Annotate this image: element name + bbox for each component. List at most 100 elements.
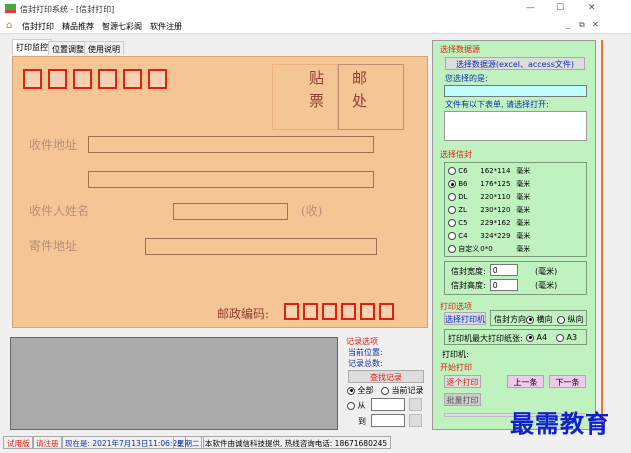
home-icon[interactable]: ⌂ [6, 20, 12, 31]
envelope-option-5[interactable]: C4 324*229 毫米 [448, 231, 530, 241]
tables-label: 文件有以下表单, 请选择打开: [445, 100, 549, 109]
menu-recommend[interactable]: 精品推荐 [62, 21, 94, 32]
tables-list[interactable] [444, 111, 587, 141]
postmark-box [338, 64, 404, 130]
envelope-unit: 毫米 [516, 167, 531, 175]
envelope-custom-size-group: 信封宽度: (毫米) 信封高度: (毫米) [444, 261, 587, 295]
printer-label: 打印机: [442, 350, 469, 359]
mdi-restore-button[interactable]: ⧉ [579, 20, 585, 30]
mdi-minimize-button[interactable]: _ [566, 20, 570, 29]
radio-icon [448, 219, 456, 227]
envelope-code: B6 [458, 180, 468, 188]
width-unit: (毫米) [535, 267, 558, 276]
prev-record-button[interactable]: 上一条 [507, 375, 544, 388]
envelope-size: 324*229 [480, 232, 511, 240]
zip-box [98, 69, 117, 89]
postmark-text: 邮处 [352, 69, 368, 110]
recipient-name-field[interactable] [173, 203, 288, 220]
envelope-size: 220*110 [480, 193, 511, 201]
radio-current-record[interactable]: 当前记录 [381, 385, 424, 396]
next-record-button[interactable]: 下一条 [549, 375, 586, 388]
radio-from[interactable]: 从 [347, 400, 366, 411]
tab-usage[interactable]: 使用说明 [84, 41, 124, 55]
radio-icon [526, 333, 534, 342]
radio-a3[interactable]: A3 [556, 333, 577, 342]
menu-zhiyuan[interactable]: 智源七彩阁 [102, 21, 142, 32]
zip-box [148, 69, 167, 89]
mdi-close-button[interactable]: ✕ [592, 20, 599, 29]
from-input[interactable] [371, 398, 405, 411]
divider [601, 40, 603, 440]
to-button[interactable] [409, 414, 422, 427]
postal-code-box [322, 303, 337, 320]
menu-bar: ⌂ 信封打印 精品推荐 智源七彩阁 软件注册 _ ⧉ ✕ [0, 18, 631, 34]
data-grid[interactable] [10, 337, 338, 430]
sender-address-field[interactable] [145, 238, 377, 255]
trial-badge: 试用版 [3, 436, 34, 449]
envelope-preview: 贴票 邮处 收件地址 收件人姓名 (收) 寄件地址 邮政编码: [12, 56, 428, 328]
envelope-option-3[interactable]: ZL 230*120 毫米 [448, 205, 530, 215]
envelope-size: 230*120 [480, 206, 511, 214]
find-record-button[interactable]: 查找记录 [348, 370, 424, 383]
to-input[interactable] [371, 414, 405, 427]
register-link[interactable]: 请注册 [32, 436, 63, 449]
radio-landscape[interactable]: 横向 [526, 314, 553, 325]
height-label: 信封高度: [451, 281, 486, 290]
record-total-label: 记录总数: [348, 359, 383, 368]
height-input[interactable] [490, 279, 518, 291]
radio-icon [347, 386, 355, 395]
recipient-address-label: 收件地址 [29, 138, 78, 152]
envelope-unit: 毫米 [516, 232, 531, 240]
radio-icon [381, 386, 389, 395]
paper-label: 打印机最大打印纸张: [448, 334, 523, 343]
current-position-label: 当前位置: [348, 348, 383, 357]
radio-all[interactable]: 全部 [347, 385, 374, 396]
recipient-address-field-1[interactable] [88, 136, 374, 153]
single-print-button[interactable]: 逐个打印 [444, 375, 481, 388]
select-printer-button[interactable]: 选择打印机 [444, 312, 486, 325]
settings-panel: 选择数据源 选择数据源(excel、access文件) 您选择的是: 文件有以下… [432, 40, 596, 430]
name-suffix: (收) [301, 204, 323, 218]
radio-icon [347, 401, 355, 410]
radio-icon [448, 193, 456, 201]
envelope-option-0[interactable]: C6 162*114 毫米 [448, 166, 530, 176]
recipient-address-field-2[interactable] [88, 171, 374, 188]
maximize-button[interactable]: ☐ [556, 3, 564, 13]
batch-print-button[interactable]: 批量打印 [444, 393, 481, 406]
postal-code-label: 邮政编码: [217, 307, 270, 321]
height-unit: (毫米) [535, 281, 558, 290]
minimize-button[interactable]: — [526, 3, 535, 13]
envelope-size: 176*125 [480, 180, 511, 188]
selected-file-input[interactable] [444, 85, 587, 97]
select-datasource-button[interactable]: 选择数据源(excel、access文件) [445, 57, 585, 70]
menu-envelope-print[interactable]: 信封打印 [22, 21, 54, 32]
envelope-option-1[interactable]: B6 176*125 毫米 [448, 179, 530, 189]
orientation-label: 信封方向 [494, 315, 526, 324]
radio-a4[interactable]: A4 [526, 333, 547, 342]
records-title: 记录选项 [346, 337, 378, 346]
title-bar: 信封打印系统 - [信封打印] — ☐ ✕ [0, 0, 631, 18]
tab-print-monitor[interactable]: 打印监控 [12, 39, 52, 55]
radio-icon [448, 180, 456, 188]
current-time: 现在是: 2021年7月13日11:06:29 [61, 436, 186, 449]
from-button[interactable] [409, 398, 422, 411]
orientation-group: 信封方向 横向 纵向 [490, 310, 587, 326]
width-input[interactable] [490, 264, 518, 276]
close-button[interactable]: ✕ [588, 3, 596, 13]
tab-position-adjust[interactable]: 位置调整 [48, 41, 88, 55]
zip-box [73, 69, 92, 89]
radio-portrait[interactable]: 纵向 [557, 314, 584, 325]
envelope-option-6[interactable]: 自定义0*0 毫米 [448, 244, 530, 254]
envelope-unit: 毫米 [516, 219, 531, 227]
envelope-option-4[interactable]: C5 229*162 毫米 [448, 218, 530, 228]
envelope-option-2[interactable]: DL 220*110 毫米 [448, 192, 530, 202]
sender-address-label: 寄件地址 [29, 239, 78, 253]
envelope-code: DL [458, 193, 468, 201]
weekday: 星期二 [173, 436, 204, 449]
stamp-area [272, 64, 338, 130]
envelope-code: ZL [458, 206, 467, 214]
envelope-code: C5 [458, 219, 468, 227]
menu-register[interactable]: 软件注册 [150, 21, 182, 32]
radio-icon [557, 315, 565, 324]
radio-icon [448, 245, 456, 253]
